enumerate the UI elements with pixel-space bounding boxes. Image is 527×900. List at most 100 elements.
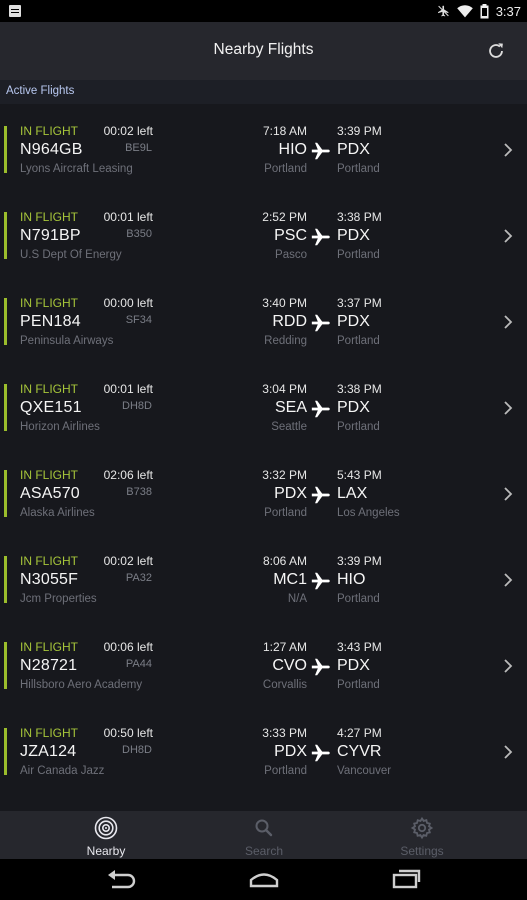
departure-time: 3:33 PM <box>262 726 307 740</box>
departure-city: Portland <box>264 507 307 519</box>
aircraft-type: B350 <box>126 228 152 240</box>
operator-name: U.S Dept Of Energy <box>20 249 122 261</box>
arrival-time: 3:43 PM <box>337 640 382 654</box>
home-icon[interactable] <box>248 869 280 889</box>
time-left: 00:00 left <box>103 296 153 310</box>
flight-row[interactable]: IN FLIGHT 00:00 left PEN184 SF34 Peninsu… <box>0 276 527 362</box>
operator-name: Horizon Airlines <box>20 421 100 433</box>
operator-name: Lyons Aircraft Leasing <box>20 163 133 175</box>
arrival-airport: LAX <box>337 485 368 502</box>
departure-airport: RDD <box>272 313 307 330</box>
operator-name: Alaska Airlines <box>20 507 95 519</box>
flight-callsign: ASA570 <box>20 485 80 502</box>
status-indicator-bar <box>4 556 7 603</box>
time-left: 00:02 left <box>103 554 153 568</box>
departure-city: Redding <box>264 335 307 347</box>
gear-icon <box>410 816 434 840</box>
flight-status: IN FLIGHT <box>20 726 79 740</box>
arrival-city: Portland <box>337 335 380 347</box>
wifi-icon <box>456 4 473 17</box>
nav-tab-nearby[interactable]: Nearby <box>46 811 166 859</box>
status-indicator-bar <box>4 728 7 775</box>
nav-tab-settings[interactable]: Settings <box>362 811 482 859</box>
airplane-icon <box>311 572 330 590</box>
status-indicator-bar <box>4 470 7 517</box>
search-icon <box>255 819 273 837</box>
airplane-icon <box>311 744 330 762</box>
time-left: 00:01 left <box>103 210 153 224</box>
nav-tab-search[interactable]: Search <box>204 811 324 859</box>
departure-airport: PDX <box>274 485 307 502</box>
airplane-mode-icon <box>437 5 449 17</box>
recents-icon[interactable] <box>390 869 422 889</box>
battery-icon <box>480 3 489 18</box>
aircraft-type: PA44 <box>125 658 152 670</box>
flight-callsign: N791BP <box>20 227 81 244</box>
app-bar: Nearby Flights <box>0 22 527 80</box>
flight-row[interactable]: IN FLIGHT 00:02 left N3055F PA32 Jcm Pro… <box>0 534 527 620</box>
status-indicator-bar <box>4 642 7 689</box>
flight-row[interactable]: IN FLIGHT 02:06 left ASA570 B738 Alaska … <box>0 448 527 534</box>
chevron-right-icon <box>504 487 513 501</box>
arrival-time: 3:38 PM <box>337 210 382 224</box>
system-navigation-bar <box>0 859 527 900</box>
arrival-airport: PDX <box>337 141 370 158</box>
status-indicator-bar <box>4 384 7 431</box>
flight-row[interactable]: IN FLIGHT 00:02 left N964GB BE9L Lyons A… <box>0 104 527 190</box>
flight-row[interactable]: IN FLIGHT 00:06 left N28721 PA44 Hillsbo… <box>0 620 527 706</box>
departure-time: 3:04 PM <box>262 382 307 396</box>
departure-time: 7:18 AM <box>262 124 307 138</box>
departure-city: Portland <box>264 163 307 175</box>
arrival-airport: PDX <box>337 657 370 674</box>
flight-callsign: JZA124 <box>20 743 77 760</box>
flight-status: IN FLIGHT <box>20 124 79 138</box>
flight-row[interactable]: IN FLIGHT 00:01 left QXE151 DH8D Horizon… <box>0 362 527 448</box>
departure-city: Portland <box>264 765 307 777</box>
flight-status: IN FLIGHT <box>20 640 79 654</box>
operator-name: Air Canada Jazz <box>20 765 105 777</box>
time-left: 00:01 left <box>103 382 153 396</box>
aircraft-type: B738 <box>126 486 152 498</box>
departure-airport: MC1 <box>273 571 307 588</box>
arrival-airport: PDX <box>337 313 370 330</box>
arrival-time: 4:27 PM <box>337 726 382 740</box>
back-icon[interactable] <box>106 869 138 889</box>
notification-icon <box>9 5 21 17</box>
flight-row[interactable]: IN FLIGHT 00:50 left JZA124 DH8D Air Can… <box>0 706 527 792</box>
departure-time: 1:27 AM <box>262 640 307 654</box>
flight-callsign: N964GB <box>20 141 83 158</box>
bottom-navigation: Nearby Search Settings <box>0 811 527 859</box>
arrival-city: Portland <box>337 593 380 605</box>
time-left: 00:50 left <box>103 726 153 740</box>
flight-callsign: N28721 <box>20 657 78 674</box>
airplane-icon <box>311 314 330 332</box>
chevron-right-icon <box>504 573 513 587</box>
time-left: 00:06 left <box>103 640 153 654</box>
flight-status: IN FLIGHT <box>20 210 79 224</box>
departure-airport: PDX <box>274 743 307 760</box>
airplane-icon <box>311 486 330 504</box>
chevron-right-icon <box>504 229 513 243</box>
status-indicator-bar <box>4 212 7 259</box>
flight-callsign: N3055F <box>20 571 79 588</box>
arrival-airport: PDX <box>337 399 370 416</box>
aircraft-type: BE9L <box>125 142 152 154</box>
arrival-airport: PDX <box>337 227 370 244</box>
flight-list: IN FLIGHT 00:02 left N964GB BE9L Lyons A… <box>0 104 527 811</box>
flight-row[interactable]: IN FLIGHT 00:01 left N791BP B350 U.S Dep… <box>0 190 527 276</box>
airplane-icon <box>311 142 330 160</box>
refresh-icon[interactable] <box>485 40 507 62</box>
flight-callsign: PEN184 <box>20 313 81 330</box>
airplane-icon <box>311 658 330 676</box>
flight-status: IN FLIGHT <box>20 468 79 482</box>
operator-name: Peninsula Airways <box>20 335 114 347</box>
operator-name: Jcm Properties <box>20 593 97 605</box>
arrival-city: Portland <box>337 163 380 175</box>
chevron-right-icon <box>504 659 513 673</box>
flight-status: IN FLIGHT <box>20 382 79 396</box>
operator-name: Hillsboro Aero Academy <box>20 679 143 691</box>
arrival-city: Portland <box>337 421 380 433</box>
nav-label-nearby: Nearby <box>86 844 126 858</box>
arrival-time: 3:37 PM <box>337 296 382 310</box>
arrival-city: Portland <box>337 679 380 691</box>
